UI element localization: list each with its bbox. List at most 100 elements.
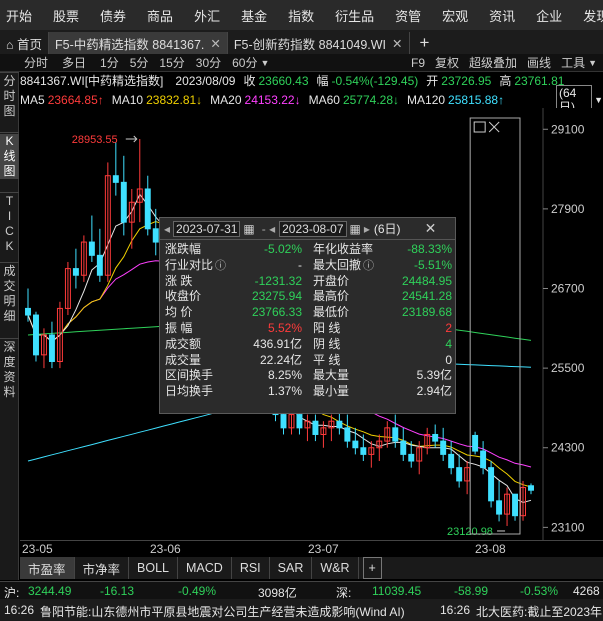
news-headline[interactable]: 鲁阳节能:山东德州市平原县地震对公司生产经营未造成影响(Wind AI) (40, 603, 405, 620)
menu-item[interactable]: 企业 (536, 6, 562, 25)
sidebar-char: K (5, 134, 14, 148)
period-button[interactable]: 5分 (130, 54, 149, 71)
indicator-tab[interactable]: W&R (312, 557, 359, 579)
news-ticker[interactable]: 16:26 鲁阳节能:山东德州市平原县地震对公司生产经营未造成影响(Wind A… (0, 599, 603, 621)
menu-item[interactable]: 资管 (395, 6, 421, 25)
sidebar-view-2[interactable]: TICK (0, 194, 19, 254)
indicator-tab[interactable]: BOLL (129, 557, 178, 579)
candle-body (296, 414, 303, 429)
sidebar-view-0[interactable]: 分时图 (0, 74, 19, 119)
close-icon[interactable]: ✕ (210, 36, 220, 51)
period-button[interactable]: 30分 (196, 54, 221, 71)
stats-value: 436.91亿 (253, 336, 302, 351)
candle-body (88, 241, 95, 256)
open-label: 开 (426, 74, 439, 88)
menu-item[interactable]: 债券 (100, 6, 126, 25)
indicator-tab[interactable]: MACD (178, 557, 232, 579)
period-button[interactable]: 1分 (100, 54, 119, 71)
range-start-date[interactable]: 2023-07-31 (173, 220, 241, 237)
tab-2[interactable]: F5-创新药指数 8841049.WI ✕ (228, 32, 410, 54)
menu-item[interactable]: 股票 (53, 6, 79, 25)
range-end-date[interactable]: 2023-08-07 (279, 220, 347, 237)
stats-value: 23275.94 (251, 289, 302, 304)
x-axis: 23-05 23-06 23-07 23-08 (20, 540, 603, 557)
add-tab-icon[interactable]: + (410, 32, 440, 54)
candle-body (488, 467, 495, 502)
stats-value: -5.02% (263, 242, 302, 256)
menu-item[interactable]: 发现 (583, 6, 603, 25)
news-time: 16:26 (440, 603, 471, 617)
close-icon[interactable]: ✕ (425, 220, 437, 237)
ma-label: MA120 (407, 92, 446, 107)
period-button[interactable]: 15分 (159, 54, 184, 71)
menu-item[interactable]: 宏观 (442, 6, 468, 25)
security-code: 8841367.WI[中药精选指数] (20, 74, 164, 88)
stats-value: -5.51% (413, 257, 452, 272)
menu-item[interactable]: 外汇 (194, 6, 220, 25)
stats-value: 22.24亿 (259, 352, 302, 367)
menu-item[interactable]: 开始 (6, 6, 32, 25)
sidebar-view-3[interactable]: 成交明细 (0, 264, 19, 324)
indicator-tab-bar: 市盈率 市净率 BOLL MACD RSI SAR W&R + (20, 557, 603, 579)
menu-item[interactable]: 衍生品 (335, 6, 374, 25)
help-icon[interactable]: ⓘ (215, 260, 226, 272)
stats-row: 收盘价 23275.94 最高价 24541.28 (165, 289, 452, 305)
stats-value: 23189.68 (401, 305, 452, 320)
candle-body (112, 175, 119, 183)
menu-item[interactable]: 资讯 (489, 6, 515, 25)
ma-value: 23664.85↑ (47, 92, 104, 107)
chevron-down-icon[interactable]: ▼ (588, 58, 597, 68)
calendar-icon[interactable]: ▦ (350, 222, 361, 236)
menu-item[interactable]: 商品 (147, 6, 173, 25)
period-button[interactable]: 分时 (24, 54, 48, 71)
candle-body (344, 427, 351, 442)
stats-row: 均 价 23766.33 最低价 23189.68 (165, 305, 452, 321)
candle-body (120, 181, 127, 223)
stats-value: 8.25% (267, 368, 302, 383)
stats-value: - (298, 257, 302, 272)
x-tick-label: 23-07 (308, 542, 339, 556)
sidebar-char: 成 (3, 264, 16, 278)
menu-item[interactable]: 基金 (241, 6, 267, 25)
period-button[interactable]: 60分 (232, 54, 257, 71)
stats-label: 最大回撤 ⓘ (313, 257, 375, 272)
stats-value: -88.33% (407, 242, 452, 256)
tool-button[interactable]: 超级叠加 (469, 54, 517, 71)
candle-body (440, 440, 447, 455)
tool-button[interactable]: 工具 (561, 54, 585, 71)
chevron-down-icon[interactable]: ▼ (260, 58, 269, 68)
tool-button[interactable]: 复权 (435, 54, 459, 71)
tool-button[interactable]: F9 (411, 56, 425, 70)
indicator-tab[interactable]: 市盈率 (20, 557, 75, 579)
range-days: (6日) (373, 222, 401, 236)
menu-item[interactable]: 指数 (288, 6, 314, 25)
close-icon[interactable]: ✕ (392, 36, 402, 51)
sidebar-view-1[interactable]: K线图 (0, 134, 19, 179)
divider (0, 132, 19, 133)
ma-value: 24153.22↓ (244, 92, 301, 107)
x-tick-label: 23-06 (150, 542, 181, 556)
sh-value: 3244.49 (28, 584, 72, 598)
tab-0[interactable]: ⌂ 首页 (0, 32, 50, 54)
candle-body (432, 433, 439, 442)
tab-1[interactable]: F5-中药精选指数 8841367. ✕ (49, 32, 228, 54)
stats-value: 2 (445, 321, 452, 335)
stats-value: 24484.95 (401, 273, 452, 288)
news-headline[interactable]: 北大医药:截止至2023年 (476, 603, 602, 620)
indicator-tab[interactable]: SAR (270, 557, 313, 579)
calendar-icon[interactable]: ▦ (243, 222, 254, 236)
stats-label: 日均换手 (165, 384, 214, 399)
sz-change: -58.99 (454, 584, 489, 598)
chevron-down-icon[interactable]: ▼ (594, 95, 603, 105)
divider (0, 262, 19, 263)
period-button[interactable]: 多日 (62, 54, 86, 71)
indicator-tab[interactable]: 市净率 (75, 557, 130, 579)
stats-label: 最小量 (313, 384, 350, 399)
ma-label: MA60 (308, 92, 340, 107)
help-icon[interactable]: ⓘ (363, 260, 374, 272)
indicator-tab[interactable]: RSI (232, 557, 270, 579)
sidebar-view-4[interactable]: 深度资料 (0, 340, 19, 400)
y-tick-label: 23100 (551, 520, 585, 534)
add-indicator-icon[interactable]: + (362, 557, 382, 579)
tool-button[interactable]: 画线 (527, 54, 551, 71)
